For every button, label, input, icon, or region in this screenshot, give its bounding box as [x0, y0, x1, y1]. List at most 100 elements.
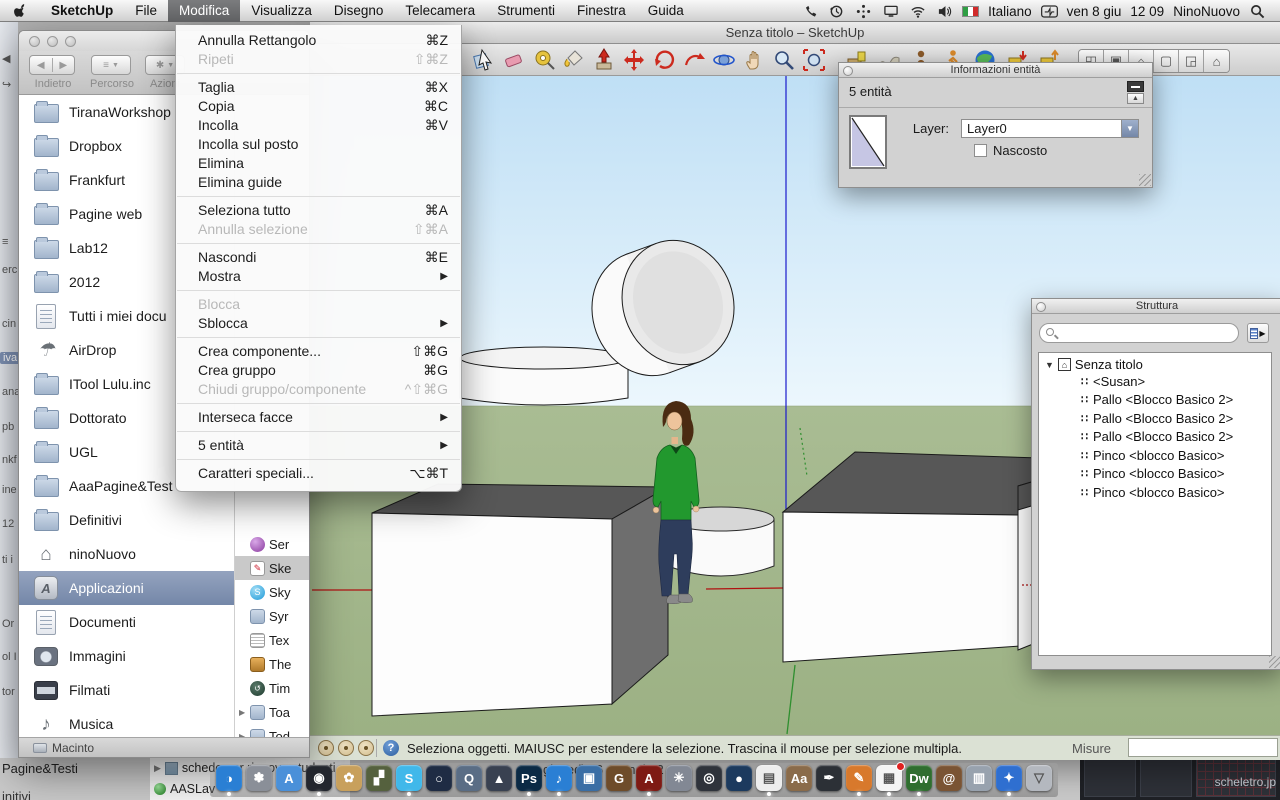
menu-item-27[interactable]: Caratteri speciali...⌥⌘T [176, 464, 461, 483]
user-switch-icon[interactable] [1041, 3, 1058, 20]
tape-measure-tool-icon[interactable] [532, 48, 556, 72]
tree-item-5[interactable]: ∷Pinco <blocco Basico> [1039, 465, 1271, 484]
dock-item-itunes[interactable]: ♪ [546, 765, 572, 791]
tree-item-4[interactable]: ∷Pinco <blocco Basico> [1039, 446, 1271, 465]
rotate-tool-icon[interactable] [652, 48, 676, 72]
volume-icon[interactable] [936, 3, 953, 20]
finder-icon[interactable]: ◑ [216, 765, 242, 791]
menu-item-25[interactable]: 5 entità▶ [176, 436, 461, 455]
view-left-button[interactable]: ⌂ [1204, 50, 1229, 72]
textedit-icon[interactable]: ▤ [756, 765, 782, 791]
dock-item-ical[interactable]: ▦ [876, 765, 902, 791]
back-forward-buttons[interactable]: ◀ ▶ [29, 55, 75, 75]
menubar-item-3[interactable]: Visualizza [240, 0, 323, 22]
zoom-extents-tool-icon[interactable] [802, 48, 826, 72]
sidebar-item-14[interactable]: AApplicazioni [19, 571, 234, 605]
entity-info-titlebar[interactable]: Informazioni entità [839, 63, 1152, 78]
resize-grip[interactable] [1139, 174, 1151, 186]
tree-item-1[interactable]: ∷Pallo <Blocco Basico 2> [1039, 391, 1271, 410]
box-left[interactable] [372, 484, 668, 716]
dock-item-spinner-app[interactable]: ✳ [666, 765, 692, 791]
menu-item-14[interactable]: Mostra▶ [176, 267, 461, 286]
menubar-item-4[interactable]: Disegno [323, 0, 395, 22]
move-tool-icon[interactable] [622, 48, 646, 72]
view-top-button[interactable]: ▢ [1154, 50, 1179, 72]
pages-icon[interactable]: ✎ [846, 765, 872, 791]
menu-item-6[interactable]: Incolla sul posto [176, 135, 461, 154]
spinner-app-icon[interactable]: ✳ [666, 765, 692, 791]
italian-flag-icon[interactable] [962, 6, 979, 17]
pan-tool-icon[interactable] [742, 48, 766, 72]
dreamweaver-icon[interactable]: Dw [906, 765, 932, 791]
menubar-user[interactable]: NinoNuovo [1173, 4, 1240, 19]
earth-app-icon[interactable]: ● [726, 765, 752, 791]
view-back-button[interactable]: ◲ [1179, 50, 1204, 72]
filter-button[interactable]: ▶ [1247, 323, 1269, 343]
time-machine-icon[interactable] [828, 3, 845, 20]
dock-item-garageband[interactable]: G [606, 765, 632, 791]
measure-input[interactable] [1128, 738, 1278, 757]
dock-item-safari[interactable]: ✦ [996, 765, 1022, 791]
app-store-icon[interactable]: A [276, 765, 302, 791]
input-language-label[interactable]: Italiano [988, 4, 1032, 19]
disclosure-triangle-icon[interactable]: ▶ [239, 708, 246, 717]
eraser-tool-icon[interactable] [502, 48, 526, 72]
dock-item-address-book[interactable]: @ [936, 765, 962, 791]
sidebar-item-18[interactable]: ♪Musica [19, 707, 234, 741]
address-book-icon[interactable]: @ [936, 765, 962, 791]
menu-item-7[interactable]: Elimina [176, 154, 461, 173]
dock-item-textedit[interactable]: ▤ [756, 765, 782, 791]
background-row-aaslav[interactable]: AASLav [154, 782, 215, 796]
zoom-tool-icon[interactable] [772, 48, 796, 72]
acrobat-reader-icon[interactable]: A [636, 765, 662, 791]
disclosure-triangle-icon[interactable]: ▶ [154, 763, 161, 774]
outliner-search-input[interactable] [1058, 325, 1233, 341]
system-preferences-icon[interactable]: ✽ [246, 765, 272, 791]
apps-column-item-5[interactable]: The [235, 652, 310, 676]
dock-item-photoshop[interactable]: Ps [516, 765, 542, 791]
preview-icon[interactable]: ▥ [966, 765, 992, 791]
sidebar-item-17[interactable]: Filmati [19, 673, 234, 707]
dock-item-quicktime[interactable]: Q [456, 765, 482, 791]
display-icon[interactable] [882, 3, 899, 20]
sidebar-item-13[interactable]: ⌂ninoNuovo [19, 537, 234, 571]
dock-item-ink-app[interactable]: ✒ [816, 765, 842, 791]
menu-item-4[interactable]: Copia⌘C [176, 97, 461, 116]
universal-access-icon[interactable] [855, 3, 872, 20]
model-credit-icon-1[interactable] [318, 740, 334, 756]
itunes-icon[interactable]: ♪ [546, 765, 572, 791]
outliner-search[interactable] [1039, 323, 1239, 343]
apps-column-item-7[interactable]: ▶Toa [235, 700, 310, 724]
wifi-icon[interactable] [909, 3, 926, 20]
menu-item-10[interactable]: Seleziona tutto⌘A [176, 201, 461, 220]
rocket-app-icon[interactable]: ▲ [486, 765, 512, 791]
menubar-item-6[interactable]: Strumenti [486, 0, 566, 22]
minimize-icon[interactable] [47, 36, 58, 47]
safari-icon[interactable]: ✦ [996, 765, 1022, 791]
view-menu-button[interactable]: ≡ ▼ [91, 55, 131, 75]
dock-item-trash[interactable]: ▽ [1026, 765, 1052, 791]
orbit-tool-icon[interactable] [712, 48, 736, 72]
follow-me-tool-icon[interactable] [682, 48, 706, 72]
close-icon[interactable] [1036, 302, 1046, 312]
dashboard-icon[interactable]: ◉ [306, 765, 332, 791]
camera-app-icon[interactable]: ◎ [696, 765, 722, 791]
menubar-item-7[interactable]: Finestra [566, 0, 637, 22]
apps-column-item-4[interactable]: Tex [235, 628, 310, 652]
tree-item-6[interactable]: ∷Pinco <blocco Basico> [1039, 483, 1271, 502]
menu-item-5[interactable]: Incolla⌘V [176, 116, 461, 135]
menubar-item-0[interactable]: SketchUp [40, 0, 124, 22]
sidebar-item-12[interactable]: Definitivi [19, 503, 234, 537]
dock-item-app-store[interactable]: A [276, 765, 302, 791]
hidden-checkbox[interactable] [974, 144, 987, 157]
sidebar-item-15[interactable]: Documenti [19, 605, 234, 639]
disclosure-open-icon[interactable]: ▼ [1045, 360, 1054, 370]
cylinder-left[interactable] [460, 347, 628, 405]
trash-icon[interactable]: ▽ [1026, 765, 1052, 791]
dock-item-game[interactable]: ▞ [366, 765, 392, 791]
dock-item-itunes-classic[interactable]: ○ [426, 765, 452, 791]
menubar-item-2[interactable]: Modifica [168, 0, 240, 22]
tree-item-3[interactable]: ∷Pallo <Blocco Basico 2> [1039, 428, 1271, 447]
collapse-button[interactable]: ▲ [1127, 81, 1144, 105]
apps-column-item-6[interactable]: ↺Tim [235, 676, 310, 700]
